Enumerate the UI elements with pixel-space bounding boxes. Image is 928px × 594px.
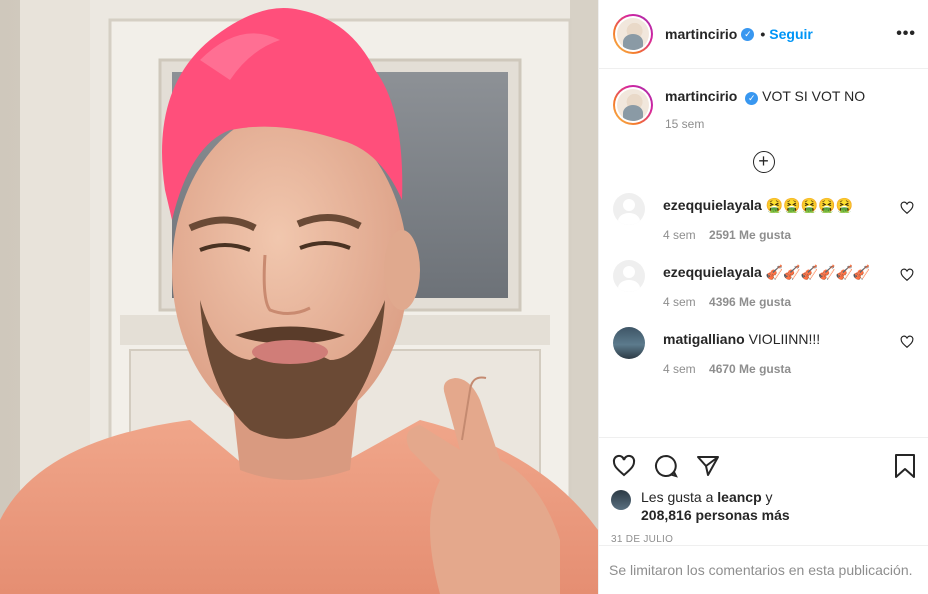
bookmark-icon[interactable] <box>893 453 917 479</box>
comment-text: 🤮🤮🤮🤮🤮 <box>765 197 853 213</box>
caption-username[interactable]: martincirio <box>665 88 737 104</box>
story-ring[interactable] <box>613 14 653 54</box>
comment-item: matigalliano VIOLIINN!!! 4 sem 4670 Me g… <box>613 327 914 376</box>
comment-item: ezeqquielayala 🎻🎻🎻🎻🎻🎻 4 sem 4396 Me gust… <box>613 260 914 309</box>
load-more-comments[interactable]: + <box>613 151 914 175</box>
comment-likes[interactable]: 2591 Me gusta <box>709 228 791 242</box>
comment-likes[interactable]: 4670 Me gusta <box>709 362 791 376</box>
caption-avatar[interactable] <box>617 89 649 121</box>
comment-username[interactable]: matigalliano <box>663 331 745 347</box>
liker-username[interactable]: leancp <box>717 489 761 505</box>
likes-summary: Les gusta a leancp y 208,816 personas má… <box>611 488 917 524</box>
more-options-icon[interactable]: ••• <box>896 25 916 43</box>
comment-text: 🎻🎻🎻🎻🎻🎻 <box>765 264 871 280</box>
selfie-image <box>0 0 598 594</box>
post-header: martincirio ✓ • Seguir ••• <box>599 0 928 69</box>
avatar[interactable] <box>617 18 649 50</box>
post-side-panel: martincirio ✓ • Seguir ••• martincirio ✓… <box>598 0 928 594</box>
comment-heart-icon[interactable] <box>900 268 914 282</box>
comments-list[interactable]: martincirio ✓ VOT SI VOT NO 15 sem + eze… <box>599 69 928 437</box>
comment-age[interactable]: 4 sem <box>663 362 696 376</box>
comment-icon[interactable] <box>653 454 679 478</box>
liker-avatar[interactable] <box>611 490 631 510</box>
comment-heart-icon[interactable] <box>900 335 914 349</box>
caption-age: 15 sem <box>665 117 705 131</box>
comment-age[interactable]: 4 sem <box>663 295 696 309</box>
comment-likes[interactable]: 4396 Me gusta <box>709 295 791 309</box>
comment-avatar[interactable] <box>613 327 645 359</box>
verified-badge-icon: ✓ <box>741 27 755 41</box>
likes-conj: y <box>765 489 773 505</box>
comment-avatar[interactable] <box>613 260 645 292</box>
comment-username[interactable]: ezeqquielayala <box>663 264 762 280</box>
paper-plane-icon[interactable] <box>695 454 721 478</box>
caption-story-ring[interactable] <box>613 85 653 125</box>
separator-dot: • <box>760 26 766 42</box>
caption-text: VOT SI VOT NO <box>762 88 866 104</box>
caption: martincirio ✓ VOT SI VOT NO 15 sem <box>613 85 914 131</box>
likes-prefix: Les gusta a <box>641 489 714 505</box>
post-date[interactable]: 31 DE JULIO <box>611 534 917 545</box>
comment-item: ezeqquielayala 🤮🤮🤮🤮🤮 4 sem 2591 Me gusta <box>613 193 914 242</box>
action-bar <box>611 438 917 486</box>
verified-badge-icon: ✓ <box>745 92 759 105</box>
header-username[interactable]: martincirio <box>665 26 737 42</box>
comment-avatar[interactable] <box>613 193 645 225</box>
post-photo[interactable] <box>0 0 598 594</box>
comments-limited-notice: Se limitaron los comentarios en esta pub… <box>599 545 928 593</box>
heart-icon[interactable] <box>611 454 637 478</box>
post-actions: Les gusta a leancp y 208,816 personas má… <box>599 437 928 592</box>
comment-age[interactable]: 4 sem <box>663 228 696 242</box>
comment-username[interactable]: ezeqquielayala <box>663 197 762 213</box>
comment-heart-icon[interactable] <box>900 201 914 215</box>
follow-button[interactable]: Seguir <box>769 26 813 42</box>
likes-count[interactable]: 208,816 personas más <box>641 507 790 523</box>
comment-text: VIOLIINN!!! <box>748 331 821 347</box>
plus-circle-icon[interactable]: + <box>752 151 775 173</box>
